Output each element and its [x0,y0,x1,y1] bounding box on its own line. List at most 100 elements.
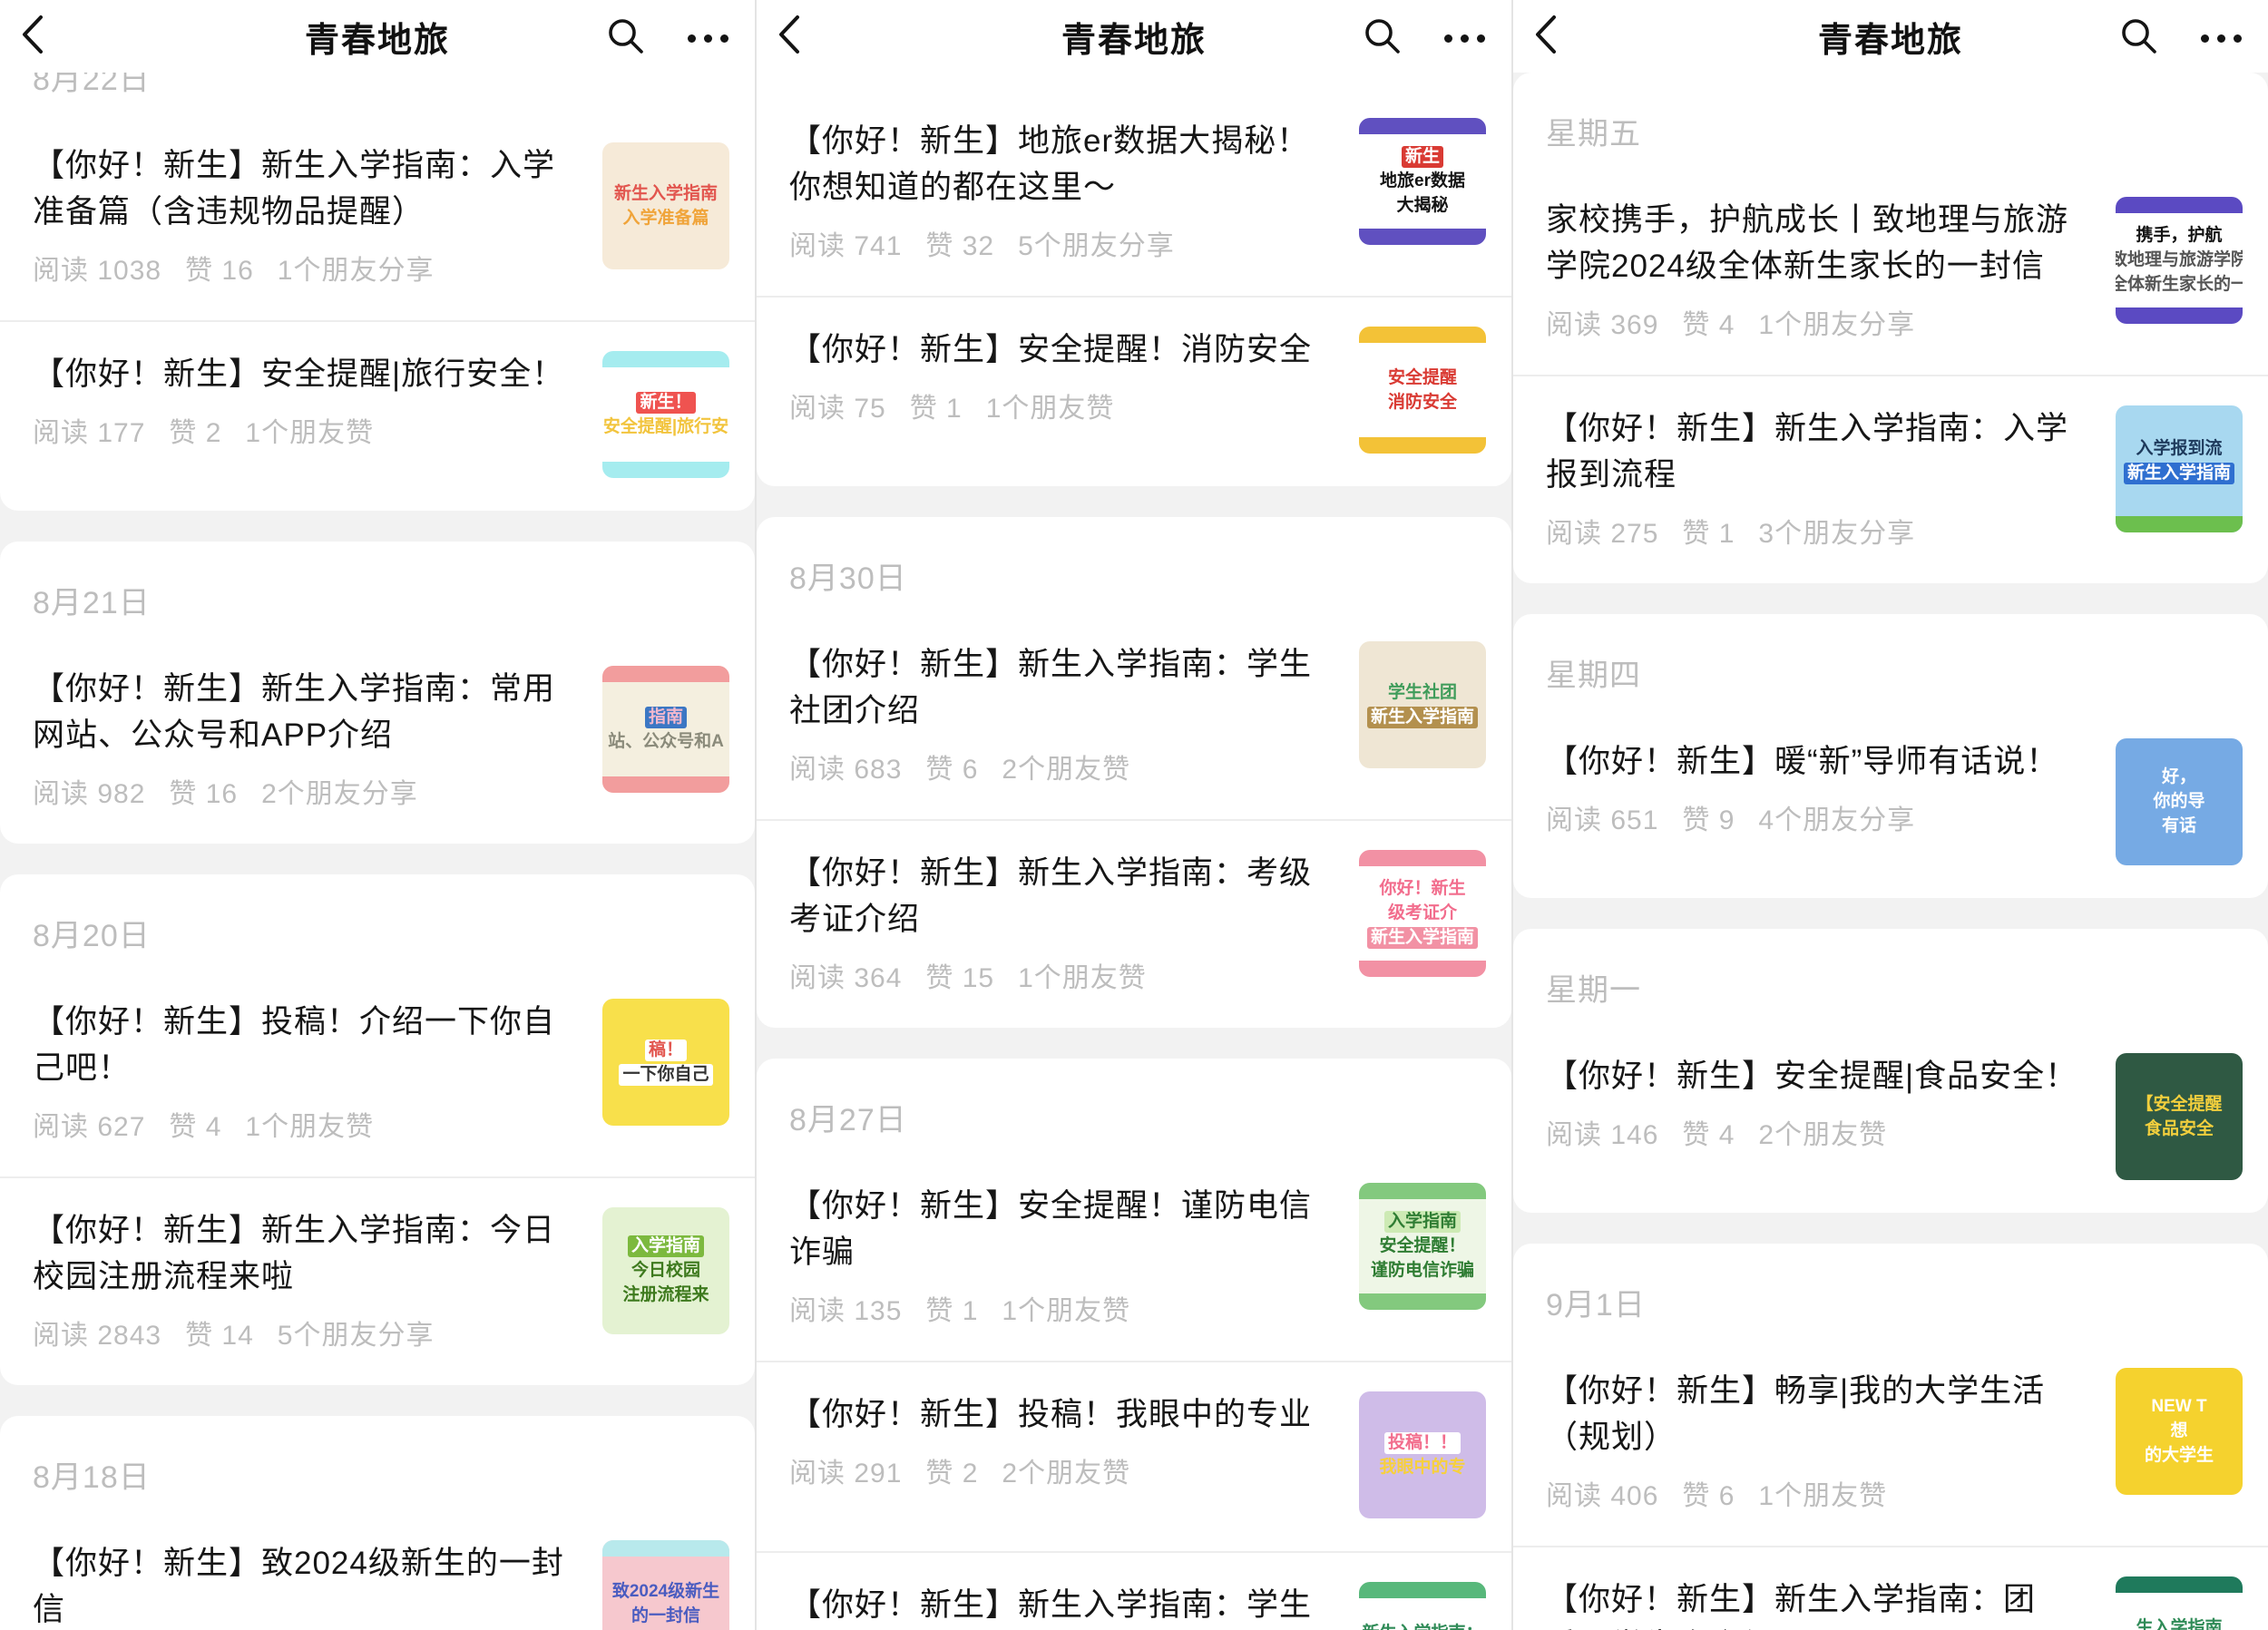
like-count: 赞 32 [925,223,994,263]
like-count: 赞 14 [185,1313,254,1352]
search-button[interactable] [2117,16,2161,60]
article-item[interactable]: 【你好！新生】致2024级新生的一封信阅读 734赞 71个朋友赞致2024级新… [0,1511,755,1630]
read-count: 阅读 146 [1546,1112,1658,1152]
share-count: 2个朋友分享 [261,771,418,811]
read-count: 阅读 1038 [33,248,161,288]
day-card: 8月22日【你好！新生】新生入学指南：入学准备篇（含违规物品提醒）阅读 1038… [0,73,755,511]
article-item[interactable]: 【你好！新生】投稿！我眼中的专业阅读 291赞 22个朋友赞投稿！！我眼中的专 [757,1361,1511,1551]
article-item[interactable]: 【你好！新生】新生入学指南：考级考证介绍阅读 364赞 151个朋友赞你好！新生… [757,819,1511,1028]
search-button[interactable] [604,16,648,60]
thumbnail-body: 你好！新生级考证介新生入学指南 [1359,866,1486,961]
article-title: 【你好！新生】新生入学指南：常用网站、公众号和APP介绍 [33,666,575,758]
account-header: 青春地旅 [0,0,755,73]
more-button[interactable] [682,16,733,60]
article-thumbnail: 【安全提醒食品安全 [2116,1053,2243,1180]
share-count: 2个朋友赞 [1002,1450,1130,1490]
thumbnail-bottom-stripe [2116,516,2243,532]
article-title: 【你好！新生】投稿！介绍一下你自己吧！ [33,999,575,1091]
search-icon [2119,16,2159,61]
thumbnail-text: 大揭秘 [1393,195,1452,217]
article-thumbnail: 安全提醒消防安全 [1359,327,1486,454]
article-stats: 阅读 982赞 162个朋友分享 [33,771,575,811]
article-stats: 阅读 627赞 41个朋友赞 [33,1104,575,1144]
thumbnail-body: 【安全提醒食品安全 [2116,1053,2243,1180]
thumbnail-text: 新生入学指南 [1367,927,1478,949]
share-count: 1个朋友赞 [1018,955,1147,995]
thumbnail-text: 好， [2158,766,2200,788]
article-text: 【你好！新生】安全提醒|旅行安全！阅读 177赞 21个朋友赞 [33,351,575,450]
article-text: 【你好！新生】新生入学指南：入学报到流程阅读 275赞 13个朋友分享 [1546,405,2088,551]
read-count: 阅读 982 [33,771,145,811]
thumbnail-top-stripe [1359,1582,1486,1598]
share-count: 2个朋友赞 [1002,747,1130,786]
article-text: 【你好！新生】新生入学指南：团委、学生会介绍阅读 474赞 91个朋友赞 [1546,1576,2088,1630]
article-text: 【你好！新生】新生入学指南：学生资助政策介绍阅读 246赞 31个朋友分享 [789,1582,1332,1630]
thumbnail-body: 新生入学指南入学准备篇 [602,142,729,269]
article-thumbnail: 入学指南今日校园注册流程来 [602,1207,729,1334]
thumbnail-text: 注册流程来 [619,1284,712,1306]
thumbnail-text: 新生入学指南： [1359,1623,1486,1630]
thumbnail-top-stripe [2116,197,2243,213]
thumbnail-text: 入学指南 [628,1235,704,1257]
article-item[interactable]: 【你好！新生】新生入学指南：今日校园注册流程来啦阅读 2843赞 145个朋友分… [0,1176,755,1385]
more-button[interactable] [1439,16,1490,60]
stitched-screenshots: { "app_title": "青春地旅", "colors": { "head… [0,0,2268,1630]
article-stats: 阅读 364赞 151个朋友赞 [789,955,1332,995]
article-item[interactable]: 【你好！新生】新生入学指南：团委、学生会介绍阅读 474赞 91个朋友赞生入学指… [1513,1546,2268,1630]
article-title: 【你好！新生】安全提醒！谨防电信诈骗 [789,1183,1332,1275]
thumbnail-text: 想 [2166,1420,2191,1442]
thumbnail-top-stripe [1359,327,1486,343]
card-separator [0,1385,755,1416]
thumbnail-text: 站、公众号和A [604,731,728,753]
article-item[interactable]: 【你好！新生】安全提醒！谨防电信诈骗阅读 135赞 11个朋友赞入学指南安全提醒… [757,1154,1511,1361]
date-label: 8月30日 [757,517,1511,612]
article-item[interactable]: 【你好！新生】新生入学指南：入学准备篇（含违规物品提醒）阅读 1038赞 161… [0,113,755,320]
thumbnail-text: 入学指南 [1384,1211,1461,1233]
share-count: 1个朋友赞 [1758,1473,1887,1513]
search-icon [1363,16,1403,61]
article-item[interactable]: 【你好！新生】畅享|我的大学生活（规划）阅读 406赞 61个朋友赞NEW T想… [1513,1339,2268,1546]
like-count: 赞 4 [1682,1112,1735,1152]
share-count: 1个朋友分享 [278,248,435,288]
date-label: 8月20日 [0,874,755,970]
article-item[interactable]: 【你好！新生】安全提醒|食品安全！阅读 146赞 42个朋友赞【安全提醒食品安全 [1513,1024,2268,1213]
thumbnail-body: 新生地旅er数据大揭秘 [1359,134,1486,229]
thumbnail-text: 今日校园 [628,1260,704,1282]
article-item[interactable]: 【你好！新生】新生入学指南：学生资助政策介绍阅读 246赞 31个朋友分享新生入… [757,1551,1511,1630]
search-button[interactable] [1361,16,1404,60]
account-header: 青春地旅 [1513,0,2268,73]
more-dots-icon [704,34,712,43]
article-item[interactable]: 【你好！新生】投稿！介绍一下你自己吧！阅读 627赞 41个朋友赞稿！一下你自己 [0,970,755,1176]
read-count: 阅读 2843 [33,1313,161,1352]
article-title: 家校携手，护航成长丨致地理与旅游学院2024级全体新生家长的一封信 [1546,197,2088,289]
article-item[interactable]: 【你好！新生】新生入学指南：学生社团介绍阅读 683赞 62个朋友赞学生社团新生… [757,612,1511,819]
read-count: 阅读 177 [33,410,145,450]
more-button[interactable] [2195,16,2246,60]
article-item[interactable]: 【你好！新生】暖“新”导师有话说！阅读 651赞 94个朋友分享好，你的导有话 [1513,709,2268,898]
thumbnail-text: 一下你自己 [619,1064,712,1086]
article-stats: 阅读 1038赞 161个朋友分享 [33,248,575,288]
article-thumbnail: NEW T想的大学生 [2116,1368,2243,1495]
article-item[interactable]: 【你好！新生】安全提醒！消防安全阅读 75赞 11个朋友赞安全提醒消防安全 [757,296,1511,486]
article-item[interactable]: 【你好！新生】地旅er数据大揭秘！你想知道的都在这里～阅读 741赞 325个朋… [757,73,1511,296]
thumbnail-top-stripe [1359,118,1486,134]
like-count: 赞 1 [925,1288,978,1328]
article-item[interactable]: 家校携手，护航成长丨致地理与旅游学院2024级全体新生家长的一封信阅读 369赞… [1513,168,2268,375]
article-text: 【你好！新生】新生入学指南：学生社团介绍阅读 683赞 62个朋友赞 [789,641,1332,786]
thumbnail-body: 安全提醒消防安全 [1359,343,1486,437]
thumbnail-text: 新生 [1402,146,1443,168]
article-item[interactable]: 【你好！新生】新生入学指南：入学报到流程阅读 275赞 13个朋友分享入学报到流… [1513,375,2268,583]
article-title: 【你好！新生】新生入学指南：学生资助政策介绍 [789,1582,1332,1630]
article-thumbnail: 学生社团新生入学指南 [1359,641,1486,768]
share-count: 1个朋友赞 [245,410,374,450]
thumbnail-bottom-stripe [1359,229,1486,245]
more-dots-icon [720,34,728,43]
article-item[interactable]: 【你好！新生】新生入学指南：常用网站、公众号和APP介绍阅读 982赞 162个… [0,637,755,844]
article-item[interactable]: 【你好！新生】安全提醒|旅行安全！阅读 177赞 21个朋友赞新生！安全提醒|旅… [0,320,755,511]
more-dots-icon [2217,34,2225,43]
thumbnail-text: 【安全提醒 [2132,1094,2225,1116]
article-text: 【你好！新生】新生入学指南：考级考证介绍阅读 364赞 151个朋友赞 [789,850,1332,995]
article-title: 【你好！新生】地旅er数据大揭秘！你想知道的都在这里～ [789,118,1332,210]
thumbnail-text: 安全提醒！ [1375,1235,1469,1257]
share-count: 3个朋友分享 [1758,511,1915,551]
